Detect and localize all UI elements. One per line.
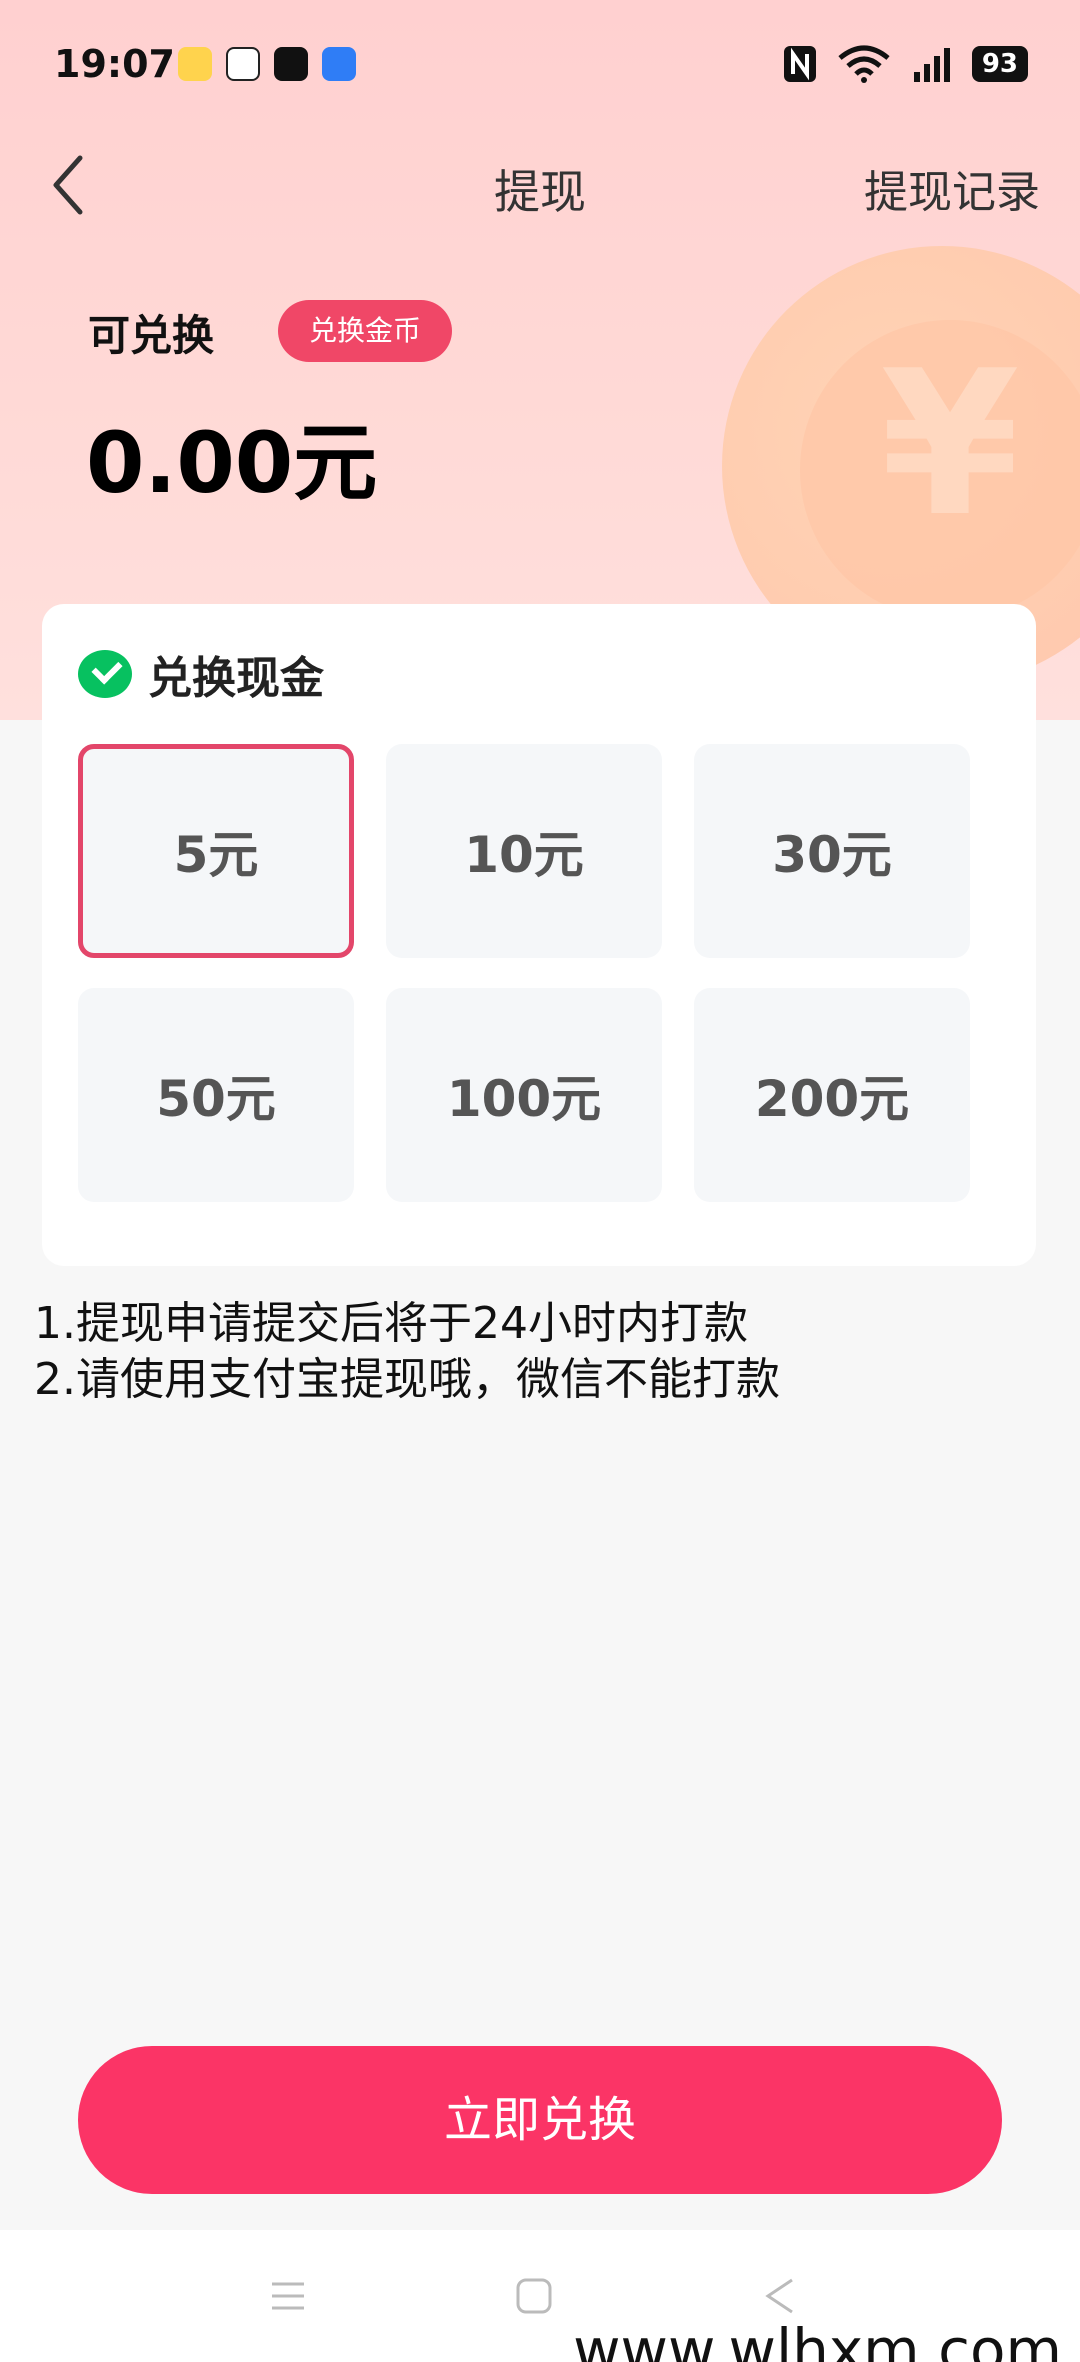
status-indicators: 93 xyxy=(782,44,1028,84)
exchange-now-button[interactable]: 立即兑换 xyxy=(78,2046,1002,2194)
balance-label: 可兑换 xyxy=(88,311,215,360)
status-time: 19:07 xyxy=(54,42,175,86)
home-icon[interactable] xyxy=(514,2276,554,2316)
battery-level: 93 xyxy=(971,46,1028,82)
nfc-icon xyxy=(783,46,816,82)
card-header: 兑换现金 xyxy=(78,642,324,706)
amount-option-30[interactable]: 30元 xyxy=(694,744,970,958)
balance-amount: 0.00元 xyxy=(86,414,378,512)
menu-icon[interactable] xyxy=(268,2276,308,2316)
yen-symbol-icon: ¥ xyxy=(880,328,1020,561)
amount-option-200[interactable]: 200元 xyxy=(694,988,970,1202)
note-line-1: 1.提现申请提交后将于24小时内打款 xyxy=(34,1298,748,1349)
exchange-coin-button[interactable]: 兑换金币 xyxy=(278,300,452,362)
withdraw-page: 19:07 93 提现 提现记录 ¥ 可兑换 兑换金币 0.00元 兑换现金 5… xyxy=(0,0,1080,2362)
amount-option-5[interactable]: 5元 xyxy=(78,744,354,958)
amount-option-10[interactable]: 10元 xyxy=(386,744,662,958)
weibo-app-icon xyxy=(178,47,212,81)
withdraw-history-link[interactable]: 提现记录 xyxy=(864,156,1040,220)
withdraw-notes: 1.提现申请提交后将于24小时内打款 2.请使用支付宝提现哦，微信不能打款 xyxy=(34,1296,780,1408)
cash-options-card: 兑换现金 5元 10元 30元 50元 100元 200元 xyxy=(42,604,1036,1266)
back-nav-icon[interactable] xyxy=(760,2276,800,2316)
watermark: www.wlhxm.com xyxy=(573,2316,1062,2362)
cellular-signal-icon xyxy=(913,48,950,82)
note-line-2: 2.请使用支付宝提现哦，微信不能打款 xyxy=(34,1354,780,1405)
status-bar: 19:07 93 xyxy=(0,0,1080,130)
pinwheel-app-icon xyxy=(322,47,356,81)
qq-app-icon xyxy=(226,47,260,81)
wechat-icon xyxy=(78,650,132,698)
amount-option-50[interactable]: 50元 xyxy=(78,988,354,1202)
wifi-icon xyxy=(838,45,890,83)
amount-option-100[interactable]: 100元 xyxy=(386,988,662,1202)
tiktok-app-icon xyxy=(274,47,308,81)
card-title: 兑换现金 xyxy=(148,653,324,704)
